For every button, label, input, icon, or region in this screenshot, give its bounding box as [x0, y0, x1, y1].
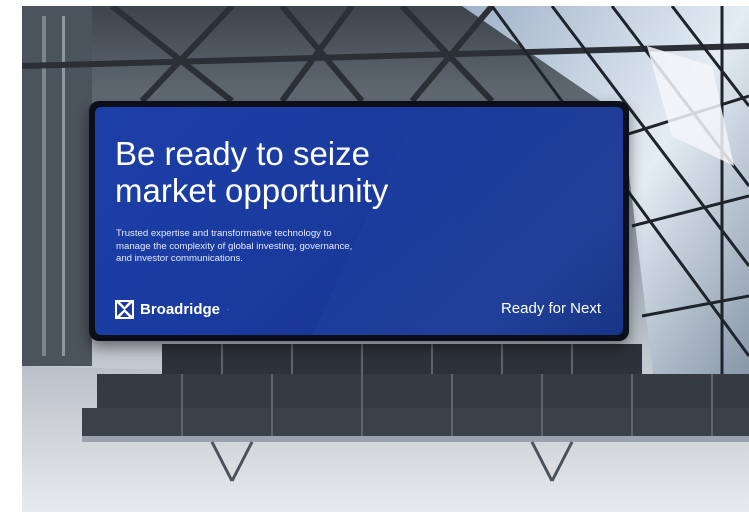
billboard: Be ready to seize market opportunity Tru… [89, 101, 629, 341]
seat-row-back [162, 344, 642, 374]
headline: Be ready to seize market opportunity [115, 135, 495, 209]
subcopy-line: manage the complexity of global investin… [116, 240, 353, 252]
seat-rail [82, 436, 749, 442]
broadridge-logo-icon [115, 300, 134, 319]
tagline: Ready for Next [500, 300, 601, 317]
brand-name: Broadridge [140, 301, 221, 318]
billboard-screen: Be ready to seize market opportunity Tru… [95, 107, 623, 335]
headline-line: Be ready to seize [115, 135, 370, 172]
subcopy: Trusted expertise and transformative tec… [116, 228, 426, 266]
subcopy-line: Trusted expertise and transformative tec… [116, 228, 332, 239]
brand-trademark: · [227, 306, 230, 313]
brand-logo: Broadridge · [115, 300, 229, 319]
seat-row-middle [97, 374, 749, 408]
subcopy-line: and investor communications. [116, 253, 243, 264]
left-wall [22, 6, 92, 366]
headline-line: market opportunity [115, 172, 389, 209]
photo-frame: Be ready to seize market opportunity Tru… [22, 6, 749, 512]
